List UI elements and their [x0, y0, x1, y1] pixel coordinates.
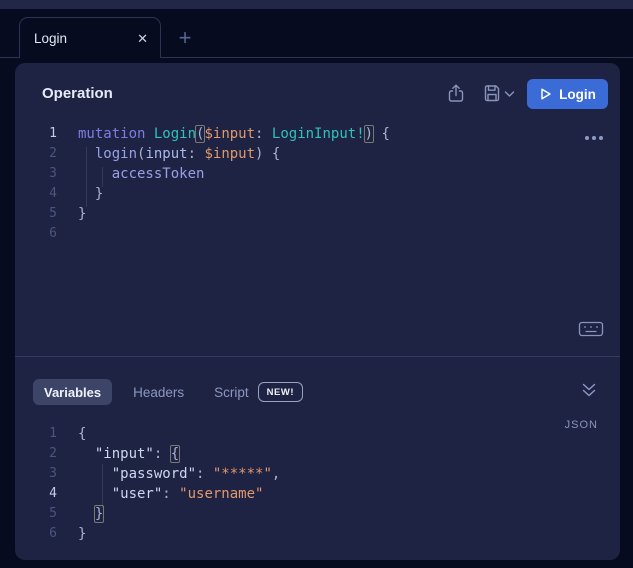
code-text: "password": "*****",: [78, 464, 280, 484]
collapse-pane-button[interactable]: [581, 383, 597, 398]
code-line[interactable]: 1 mutation Login($input: LoginInput!) {: [15, 124, 620, 144]
code-line[interactable]: 6}: [15, 524, 620, 544]
code-text: mutation Login($input: LoginInput!) {: [78, 124, 390, 144]
code-line[interactable]: 6: [15, 224, 620, 244]
line-number: 1: [15, 124, 57, 144]
keyboard-shortcuts-button[interactable]: [578, 320, 604, 338]
code-line[interactable]: 5}: [15, 204, 620, 224]
code-text: }: [78, 204, 86, 224]
code-line[interactable]: 1{: [15, 424, 620, 444]
line-number: 2: [15, 144, 57, 164]
code-text: login(input: $input) {: [78, 144, 280, 164]
line-number: 6: [15, 524, 57, 544]
indent-guide: [102, 167, 103, 187]
line-number: 4: [15, 484, 57, 504]
save-button[interactable]: [482, 83, 502, 104]
plus-icon[interactable]: +: [173, 26, 197, 50]
tab-title: Login: [34, 31, 67, 46]
code-line[interactable]: 3 accessToken: [15, 164, 620, 184]
code-line[interactable]: 4 "user": "username": [15, 484, 620, 504]
code-text: }: [78, 504, 103, 524]
code-line[interactable]: 2 "input": {: [15, 444, 620, 464]
close-icon[interactable]: ✕: [137, 32, 148, 45]
double-chevron-down-icon: [581, 383, 597, 398]
share-icon: [446, 83, 466, 104]
operation-title: Operation: [42, 85, 113, 102]
save-floppy-icon: [482, 83, 502, 104]
tab-script[interactable]: Script: [214, 385, 249, 400]
operation-editor[interactable]: 1 mutation Login($input: LoginInput!) {2 …: [15, 124, 620, 244]
window-top-strip: [0, 0, 633, 9]
new-badge: NEW!: [258, 382, 303, 402]
chevron-down-icon: [504, 90, 515, 98]
tab-login[interactable]: Login ✕: [19, 17, 161, 58]
main-panel: Operation Login 1 mutation Login($input: …: [15, 63, 620, 560]
save-dropdown-button[interactable]: [504, 90, 515, 98]
tab-variables[interactable]: Variables: [33, 379, 112, 405]
line-number: 1: [15, 424, 57, 444]
line-number: 3: [15, 164, 57, 184]
tab-bar: Login ✕ +: [0, 9, 633, 58]
code-line[interactable]: 2 login(input: $input) {: [15, 144, 620, 164]
line-number: 4: [15, 184, 57, 204]
variables-editor[interactable]: 1{2 "input": {3 "password": "*****",4 "u…: [15, 424, 620, 544]
line-number: 3: [15, 464, 57, 484]
indent-guide: [102, 464, 103, 508]
code-line[interactable]: 4 }: [15, 184, 620, 204]
share-button[interactable]: [446, 83, 466, 104]
play-icon: [539, 87, 552, 101]
line-number: 5: [15, 204, 57, 224]
code-text: }: [78, 524, 86, 544]
panel-divider: [15, 356, 620, 357]
code-text: accessToken: [78, 164, 204, 184]
code-line[interactable]: 3 "password": "*****",: [15, 464, 620, 484]
line-number: 6: [15, 224, 57, 244]
run-button-label: Login: [559, 87, 596, 102]
code-line[interactable]: 5 }: [15, 504, 620, 524]
line-number: 2: [15, 444, 57, 464]
run-login-button[interactable]: Login: [527, 79, 608, 109]
line-number: 5: [15, 504, 57, 524]
indent-guide: [86, 147, 87, 207]
keyboard-icon: [578, 320, 604, 338]
code-text: {: [78, 424, 86, 444]
code-text: }: [78, 184, 103, 204]
code-text: "user": "username": [78, 484, 263, 504]
code-text: "input": {: [78, 444, 179, 464]
tab-headers[interactable]: Headers: [133, 385, 184, 400]
request-tabs: Variables Headers Script NEW!: [33, 379, 303, 405]
